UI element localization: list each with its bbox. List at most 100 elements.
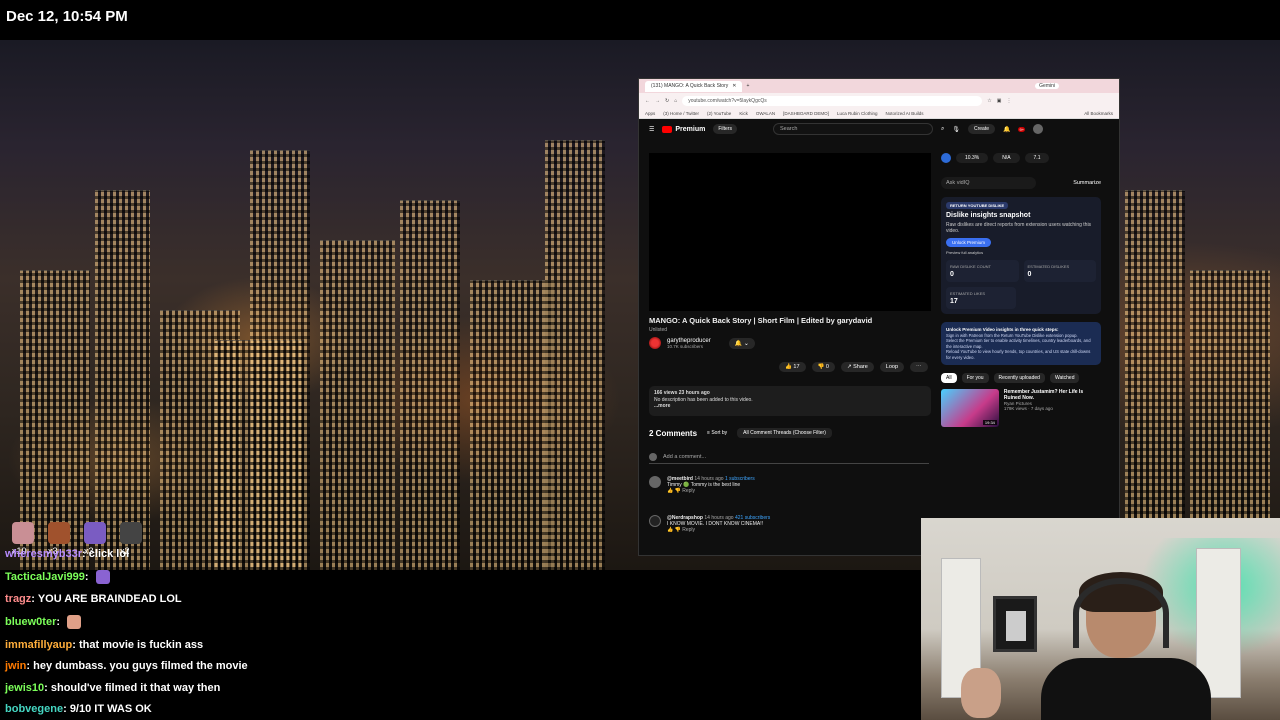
emote-icon: x2	[120, 522, 142, 556]
forward-icon[interactable]: →	[655, 98, 660, 104]
video-thumbnail[interactable]: 19:34	[941, 389, 999, 427]
reload-icon[interactable]: ↻	[665, 98, 669, 104]
chat-text: should've filmed it that way then	[50, 682, 221, 694]
search-input[interactable]: Search	[772, 123, 933, 135]
rd-title: Dislike insights snapshot	[946, 212, 1031, 219]
chip-all[interactable]: All	[941, 373, 957, 383]
youtube-logo[interactable]: Premium	[662, 125, 705, 133]
unlock-premium-button[interactable]: Unlock Premium	[946, 238, 992, 247]
thread-filter-select[interactable]: All Comment Threads (Choose Filter)	[737, 428, 832, 438]
create-button[interactable]: Create	[967, 124, 995, 134]
star-icon[interactable]: ☆	[987, 98, 991, 104]
chat-text: YOU ARE BRAINDEAD LOL	[37, 593, 182, 605]
webcam-feed	[921, 518, 1280, 720]
bookmark-item[interactable]: OWALAN	[756, 111, 775, 116]
commenter-avatar[interactable]	[649, 515, 661, 527]
bookmark-item[interactable]: Notorized AI Builds	[885, 111, 923, 116]
chat-message: bobvegene: 9/10 IT WAS OK	[5, 703, 152, 715]
hamburger-icon[interactable]: ☰	[649, 126, 654, 133]
channel-name[interactable]: garytheproducer	[667, 338, 711, 344]
chat-username: TacticalJavi999	[5, 570, 85, 583]
more-icon[interactable]: ⋯	[910, 362, 928, 372]
url-field[interactable]: youtube.com/watch?v=5laykQgcQs	[682, 95, 983, 106]
bookmark-item[interactable]: [DASHBOARD DEMO]	[783, 111, 829, 116]
dislike-button[interactable]: 👎 0	[811, 362, 835, 372]
channel-row: garytheproducer 10.7K subscribers 🔔 ⌄	[649, 337, 755, 349]
chat-emote	[95, 570, 110, 584]
dislike-insights-card: RETURN YOUTUBE DISLIKE Dislike insights …	[941, 197, 1101, 314]
bookmark-item[interactable]: Luca Rubin Clothing	[837, 111, 878, 116]
avatar[interactable]	[1033, 124, 1044, 134]
chat-message: bluew0ter:	[5, 615, 82, 629]
chat-message: TacticalJavi999:	[5, 570, 110, 584]
video-player[interactable]	[649, 153, 931, 311]
chat-username: jewis10	[5, 682, 45, 694]
commenter-avatar[interactable]	[649, 476, 661, 488]
filters-button[interactable]: Filters	[713, 124, 737, 134]
bookmark-item[interactable]: All Bookmarks	[1084, 111, 1113, 116]
chat-text: 9/10 IT WAS OK	[69, 703, 152, 715]
subscribed-bell-button[interactable]: 🔔 ⌄	[728, 337, 755, 349]
comment-actions[interactable]: 👍 👎 Reply	[667, 527, 770, 533]
bookmark-item[interactable]: (2) YouTube	[707, 111, 731, 116]
address-bar-row: ← → ↻ ⌂ youtube.com/watch?v=5laykQgcQs ☆…	[639, 93, 1119, 108]
chip-recently-uploaded[interactable]: Recently uploaded	[993, 373, 1045, 383]
premium-steps-card: Unlock Premium Video insights in three q…	[941, 322, 1101, 365]
add-tab-icon[interactable]: +	[746, 83, 749, 89]
chat-message: tragz: YOU ARE BRAINDEAD LOL	[5, 593, 182, 605]
recommended-video[interactable]: 19:34 Remember Justamim? Her Life Is Rui…	[941, 389, 1101, 427]
bookmarks-bar: Apps (3) Home / Twitter (2) YouTube Kick…	[639, 108, 1119, 119]
recommended-title[interactable]: Remember Justamim? Her Life Is Ruined No…	[1004, 389, 1101, 401]
comment-actions[interactable]: 👍 👎 Reply	[667, 488, 755, 494]
mic-icon[interactable]: 🎙	[952, 126, 960, 133]
metric-estimated-dislikes: ESTIMATED DISLIKES 0	[1023, 260, 1096, 282]
description-box[interactable]: 166 views 23 hours ago No description ha…	[649, 386, 931, 416]
metric-grid: RAW DISLIKE COUNT 0 ESTIMATED DISLIKES 0	[946, 260, 1096, 282]
metric-estimated-likes: ESTIMATED LIKES 17	[946, 287, 1016, 309]
youtube-header: ☰ Premium Filters Search ⌕ 🎙 Create 🔔 9+	[639, 119, 1119, 139]
menu-icon[interactable]: ⋮	[1006, 98, 1011, 104]
back-icon[interactable]: ←	[645, 98, 650, 104]
gemini-button[interactable]: Gemini	[1035, 83, 1059, 89]
chat-text: that movie is fuckin ass	[78, 639, 204, 651]
tab-bar: (131) MANGO: A Quick Back Story ✕ + Gemi…	[639, 79, 1119, 93]
chip-for-you[interactable]: For you	[961, 373, 989, 383]
comment-item: @meetbird 14 hours ago 1 subscribers Tim…	[649, 476, 929, 494]
add-comment-field[interactable]: Add a comment...	[649, 453, 929, 464]
bookmark-item[interactable]: Kick	[739, 111, 748, 116]
description-more[interactable]: ...more	[654, 403, 926, 410]
bell-icon[interactable]: 🔔	[1003, 126, 1010, 133]
chat-text: hey dumbass. you guys filmed the movie	[33, 660, 248, 672]
comment-item: @Nerdrapshop 14 hours ago 421 subscriber…	[649, 515, 929, 533]
vidiq-stats-row: 10.3% N/A 7.1	[941, 153, 1101, 163]
notification-count: 9+	[1018, 126, 1026, 132]
preview-analytics-link[interactable]: Preview full analytics	[946, 250, 1096, 255]
like-button[interactable]: 👍 17	[779, 362, 806, 372]
stream-layout: Dec 12, 10:54 PM (131) MANGO: A Quick Ba…	[0, 0, 1280, 720]
summarize-button[interactable]: Summarize	[1073, 180, 1101, 186]
share-button[interactable]: ↗ Share	[840, 362, 874, 372]
bookmark-item[interactable]: (3) Home / Twitter	[663, 111, 699, 116]
tab-title: (131) MANGO: A Quick Back Story	[651, 83, 729, 89]
close-icon[interactable]: ✕	[732, 83, 736, 89]
chat-emote	[67, 615, 82, 629]
recommendation-chips: All For you Recently uploaded Watched	[941, 373, 1101, 383]
comments-header: 2 Comments ≡ Sort by All Comment Threads…	[649, 428, 832, 438]
chat-username: wheresmyb33r	[5, 548, 83, 560]
channel-avatar[interactable]	[649, 337, 661, 349]
extensions-icon[interactable]: ▣	[997, 98, 1002, 104]
ask-vidiq-row: Ask vidIQ Summarize	[941, 177, 1101, 189]
chip-watched[interactable]: Watched	[1049, 373, 1080, 383]
metric-raw-dislikes: RAW DISLIKE COUNT 0	[946, 260, 1019, 282]
clock-overlay: Dec 12, 10:54 PM	[6, 8, 128, 25]
emote-icon: x3	[84, 522, 106, 556]
sort-by-button[interactable]: ≡ Sort by	[707, 430, 727, 436]
vidiq-icon[interactable]	[941, 153, 951, 163]
loop-button[interactable]: Loop	[879, 362, 905, 372]
bookmark-item[interactable]: Apps	[645, 111, 655, 116]
ask-vidiq-input[interactable]: Ask vidIQ	[941, 177, 1036, 189]
home-icon[interactable]: ⌂	[674, 98, 677, 104]
search-icon[interactable]: ⌕	[941, 126, 944, 133]
tab-youtube[interactable]: (131) MANGO: A Quick Back Story ✕	[645, 80, 743, 92]
chat-message: jewis10: should've filmed it that way th…	[5, 682, 221, 694]
